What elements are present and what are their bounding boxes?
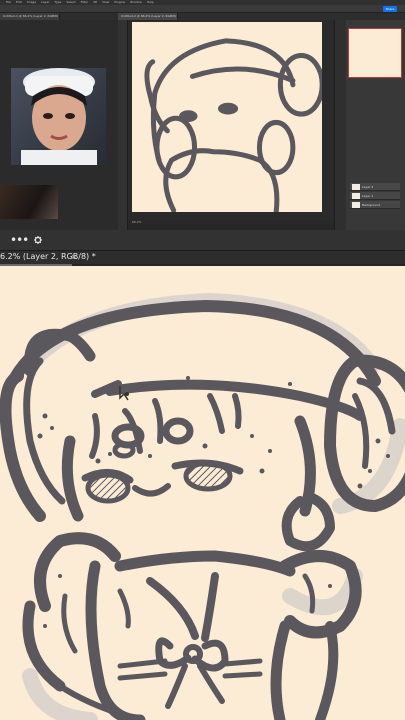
layer-name: Layer 1 <box>362 194 374 198</box>
layer-thumbnail <box>352 202 360 208</box>
app-window: File Edit Image Layer Type Select Filter… <box>0 0 405 720</box>
menu-item-window[interactable]: Window <box>130 0 142 4</box>
document-tab-active[interactable]: Untitled-2 @ 66.2% (Layer 2, RGB/8) <box>118 13 178 20</box>
status-bar: 66.2% <box>128 220 334 225</box>
menu-item-file[interactable]: File <box>6 0 11 4</box>
menu-item-plugins[interactable]: Plugins <box>114 0 125 4</box>
character-drawing <box>0 292 405 720</box>
menu-item-3d[interactable]: 3D <box>93 0 97 4</box>
close-icon[interactable]: × <box>71 251 77 263</box>
layer-name: Background <box>362 203 380 207</box>
more-icon[interactable]: ••• <box>10 234 29 246</box>
panel-dock <box>334 20 346 230</box>
layer-thumbnail <box>352 193 360 199</box>
main-canvas[interactable] <box>0 266 405 720</box>
menu-item-help[interactable]: Help <box>147 0 154 4</box>
options-bar: Share <box>0 5 405 13</box>
mini-canvas[interactable] <box>132 22 325 215</box>
toolbar-strip <box>0 230 405 250</box>
reference-photo <box>11 68 106 165</box>
layer-row[interactable]: Layer 1 <box>350 192 400 200</box>
menu-item-image[interactable]: Image <box>27 0 36 4</box>
menu-item-layer[interactable]: Layer <box>41 0 49 4</box>
navigator-thumbnail[interactable] <box>348 28 402 78</box>
share-button[interactable]: Share <box>383 6 397 12</box>
reference-photo-2 <box>0 185 58 219</box>
layer-row[interactable]: Background <box>350 201 400 209</box>
document-tab-bar: Untitled-1 @ 66.2% (Layer 2, RGB/8) Unti… <box>0 13 405 20</box>
layer-row[interactable]: Layer 2 <box>350 183 400 191</box>
menu-item-edit[interactable]: Edit <box>16 0 22 4</box>
tools-panel <box>118 20 128 230</box>
menu-item-select[interactable]: Select <box>66 0 75 4</box>
menu-item-filter[interactable]: Filter <box>81 0 88 4</box>
document-tab-title[interactable]: 6.2% (Layer 2, RGB/8) * <box>0 251 96 263</box>
document-tab[interactable]: Untitled-1 @ 66.2% (Layer 2, RGB/8) <box>0 13 60 20</box>
layer-thumbnail <box>352 184 360 190</box>
menu-item-view[interactable]: View <box>102 0 109 4</box>
gear-icon[interactable] <box>34 236 42 244</box>
layer-name: Layer 2 <box>362 185 374 189</box>
menu-item-type[interactable]: Type <box>55 0 62 4</box>
